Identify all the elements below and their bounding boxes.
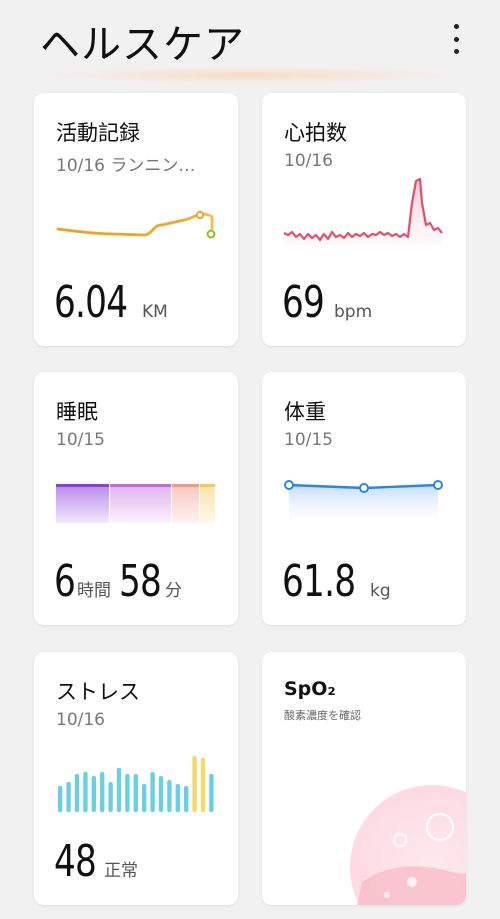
- stress-bar: [184, 786, 189, 812]
- stress-status: 正常: [104, 861, 138, 881]
- more-vert-icon[interactable]: [446, 24, 466, 54]
- header-glow: [40, 66, 460, 84]
- heart-rate-card[interactable]: 心拍数 10/16 69 bpm: [262, 93, 466, 346]
- stress-bar: [167, 780, 172, 812]
- stress-bar: [142, 784, 147, 812]
- distance-unit: KM: [141, 302, 168, 322]
- weight-number: 61.8: [282, 556, 356, 607]
- stress-bar: [192, 756, 197, 812]
- activity-card[interactable]: 活動記録 10/16 ランニン… 6.04 KM: [34, 93, 238, 346]
- spo2-card[interactable]: SpO₂ 酸素濃度を確認: [262, 652, 466, 905]
- weight-value: 61.8 kg: [282, 556, 393, 607]
- weight-card[interactable]: 体重 10/15 61.8 kg: [262, 372, 466, 625]
- stress-bar: [74, 774, 80, 812]
- bpm-value: 69: [282, 277, 325, 328]
- stress-bar: [133, 774, 138, 812]
- sleep-minutes: 58: [119, 556, 162, 607]
- sleep-duration: 6 時間 58 分: [54, 556, 184, 607]
- spo2-illustration: [350, 785, 466, 905]
- stress-number: 48: [54, 836, 97, 887]
- page-title: ヘルスケア: [40, 22, 245, 68]
- stress-card[interactable]: ストレス 10/16 48 正常: [34, 652, 238, 905]
- bpm-unit: bpm: [334, 302, 373, 322]
- distance-value: 6.04: [54, 277, 128, 328]
- hours-unit: 時間: [77, 581, 111, 601]
- app-header: ヘルスケア: [0, 0, 500, 84]
- sleep-card[interactable]: 睡眠 10/15 6 時間 58 分: [34, 372, 238, 625]
- stress-bar: [100, 772, 105, 812]
- activity-value: 6.04 KM: [54, 277, 170, 328]
- stress-bar: [66, 782, 71, 812]
- stress-bar: [150, 772, 155, 812]
- stress-bar: [58, 786, 63, 812]
- stress-bar: [91, 776, 96, 812]
- stress-bar: [108, 782, 113, 812]
- weight-unit: kg: [369, 581, 391, 601]
- minutes-unit: 分: [165, 581, 182, 601]
- stress-bar: [158, 776, 164, 812]
- stress-bar: [200, 758, 206, 812]
- stress-bar: [209, 774, 214, 812]
- stress-bar: [125, 774, 130, 812]
- stress-bar: [175, 784, 180, 812]
- stress-bar: [83, 772, 88, 812]
- heart-rate-value: 69 bpm: [282, 277, 374, 328]
- stress-value: 48 正常: [54, 836, 140, 887]
- sleep-hours: 6: [54, 556, 76, 607]
- stress-bar: [116, 768, 122, 812]
